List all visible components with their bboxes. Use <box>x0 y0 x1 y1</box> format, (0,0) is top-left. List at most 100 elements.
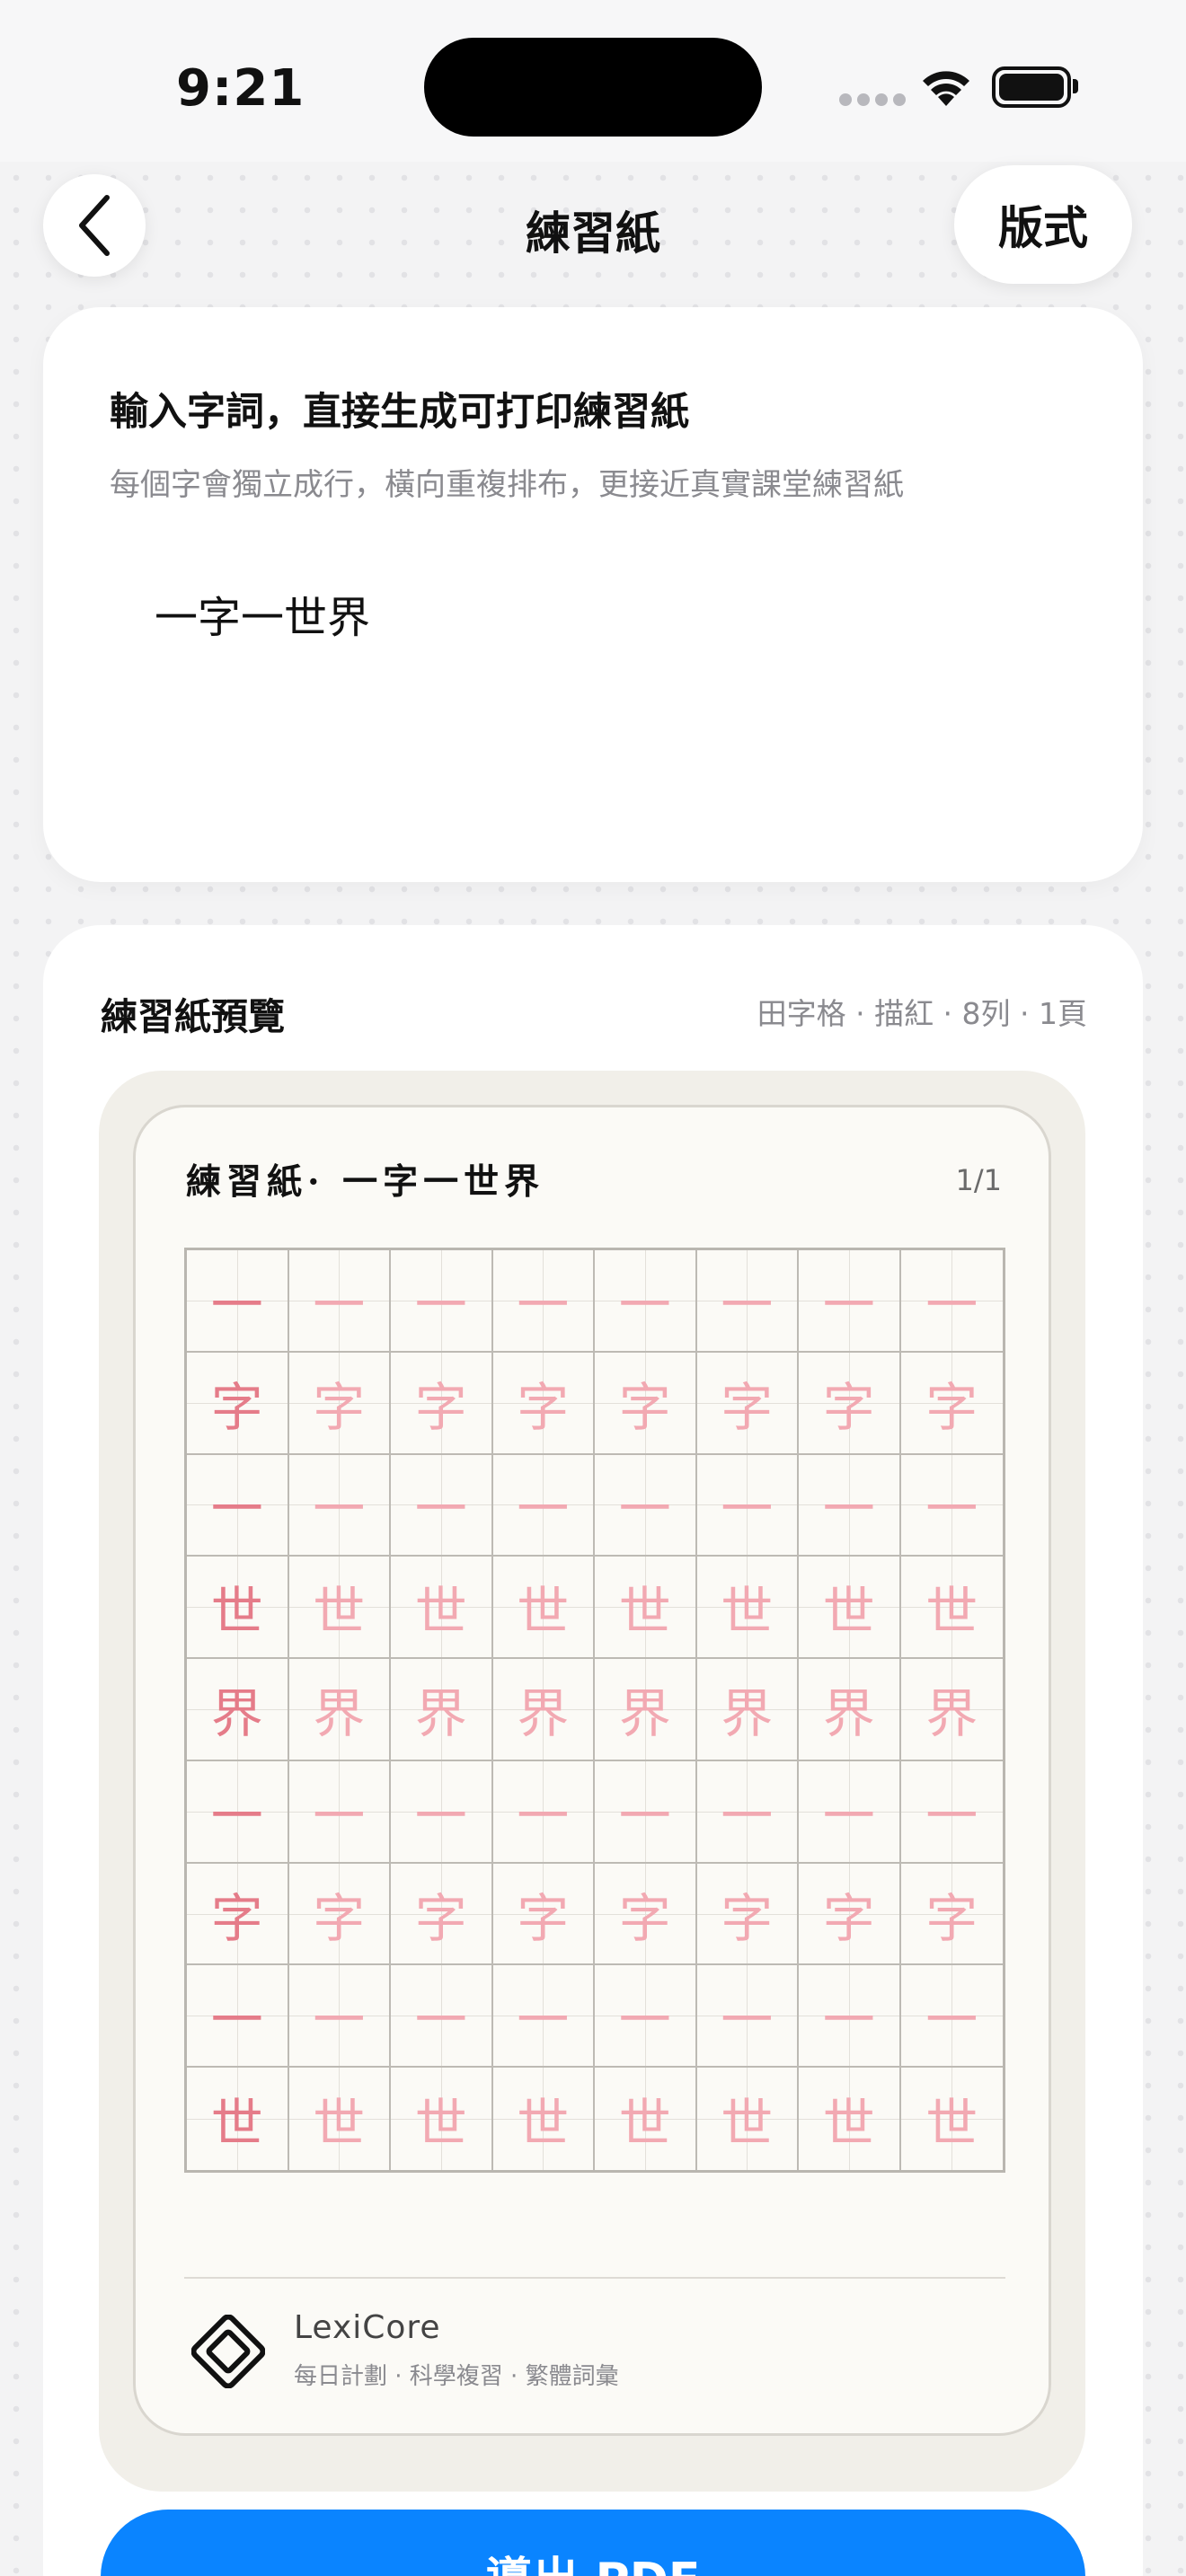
grid-cell: 一 <box>391 1250 493 1353</box>
grid-cell: 一 <box>288 1965 391 2069</box>
grid-cell: 字 <box>595 1863 697 1966</box>
grid-cell: 一 <box>900 1965 1003 2069</box>
trace-character: 字 <box>822 1376 875 1438</box>
grid-cell: 一 <box>492 1250 595 1353</box>
trace-character: 字 <box>925 1887 978 1949</box>
format-button[interactable]: 版式 <box>954 165 1132 284</box>
grid-cell: 一 <box>288 1250 391 1353</box>
grid-cell: 界 <box>595 1659 697 1761</box>
grid-cell: 一 <box>595 1454 697 1557</box>
trace-character: 字 <box>618 1887 671 1949</box>
trace-character: 界 <box>414 1682 467 1744</box>
trace-character: 一 <box>822 1274 875 1336</box>
trace-character: 一 <box>822 1989 875 2051</box>
grid-cell: 世 <box>187 2068 289 2170</box>
brand-tagline: 每日計劃 · 科學複習 · 繁體詞彙 <box>294 2363 619 2390</box>
trace-character: 字 <box>414 1887 467 1949</box>
grid-cell: 一 <box>799 1760 901 1864</box>
grid-cell: 世 <box>492 2068 595 2170</box>
trace-character: 字 <box>313 1376 366 1438</box>
trace-character: 一 <box>414 1478 467 1540</box>
paper-frame: 練習紙· 一字一世界 1/1 一一一一一一一一字字字字字字字字一一一一一一一一世… <box>99 1071 1085 2492</box>
word-input[interactable]: 一字一世界 <box>155 582 370 645</box>
trace-character: 界 <box>925 1682 978 1744</box>
trace-character: 字 <box>210 1887 263 1949</box>
trace-character: 一 <box>210 1785 263 1847</box>
preview-title: 練習紙預覽 <box>101 995 285 1038</box>
trace-character: 一 <box>618 1274 671 1336</box>
grid-cell: 一 <box>595 1760 697 1864</box>
tian-grid: 一一一一一一一一字字字字字字字字一一一一一一一一世世世世世世世世界界界界界界界界… <box>184 1248 1005 2173</box>
trace-character: 界 <box>210 1682 263 1744</box>
grid-cell: 一 <box>696 1250 799 1353</box>
trace-character: 字 <box>313 1887 366 1949</box>
grid-cell: 世 <box>696 1557 799 1660</box>
trace-character: 世 <box>721 2093 774 2155</box>
grid-cell: 一 <box>799 1250 901 1353</box>
battery-cap <box>1073 79 1078 93</box>
grid-cell: 一 <box>799 1965 901 2069</box>
grid-cell: 界 <box>187 1659 289 1761</box>
grid-cell: 界 <box>391 1659 493 1761</box>
grid-cell: 一 <box>900 1454 1003 1557</box>
trace-character: 一 <box>721 1274 774 1336</box>
grid-cell: 世 <box>595 2068 697 2170</box>
trace-character: 世 <box>822 2093 875 2155</box>
grid-cell: 一 <box>288 1760 391 1864</box>
trace-character: 世 <box>517 2093 570 2155</box>
grid-cell: 一 <box>187 1965 289 2069</box>
trace-character: 字 <box>210 1376 263 1438</box>
preview-meta: 田字格 · 描紅 · 8列 · 1頁 <box>757 996 1087 1031</box>
page-title: 練習紙 <box>526 207 660 260</box>
grid-cell: 一 <box>187 1250 289 1353</box>
grid-cell: 世 <box>391 1557 493 1660</box>
trace-character: 一 <box>414 1989 467 2051</box>
trace-character: 一 <box>313 1785 366 1847</box>
trace-character: 世 <box>414 2093 467 2155</box>
trace-character: 一 <box>721 1478 774 1540</box>
trace-character: 世 <box>618 2093 671 2155</box>
grid-cell: 世 <box>696 2068 799 2170</box>
brand-name: LexiCore <box>294 2309 441 2346</box>
wifi-icon <box>923 71 969 106</box>
grid-cell: 字 <box>696 1863 799 1966</box>
trace-character: 一 <box>517 1989 570 2051</box>
trace-character: 字 <box>618 1376 671 1438</box>
trace-character: 界 <box>618 1682 671 1744</box>
chevron-left-icon <box>79 195 110 256</box>
page-indicator: 1/1 <box>955 1163 1003 1197</box>
divider <box>184 2277 1005 2279</box>
back-button[interactable] <box>43 174 146 277</box>
grid-cell: 世 <box>595 1557 697 1660</box>
trace-character: 世 <box>414 1581 467 1643</box>
trace-character: 界 <box>721 1682 774 1744</box>
grid-cell: 一 <box>391 1760 493 1864</box>
trace-character: 界 <box>313 1682 366 1744</box>
trace-character: 界 <box>517 1682 570 1744</box>
grid-cell: 一 <box>900 1250 1003 1353</box>
trace-character: 一 <box>925 1478 978 1540</box>
grid-cell: 界 <box>492 1659 595 1761</box>
input-card: 輸入字詞，直接生成可打印練習紙 每個字會獨立成行，橫向重複排布，更接近真實課堂練… <box>43 307 1143 882</box>
trace-character: 一 <box>618 1989 671 2051</box>
trace-character: 世 <box>925 1581 978 1643</box>
grid-cell: 一 <box>492 1965 595 2069</box>
grid-cell: 一 <box>391 1965 493 2069</box>
trace-character: 一 <box>925 1785 978 1847</box>
trace-character: 一 <box>313 1274 366 1336</box>
trace-character: 世 <box>925 2093 978 2155</box>
grid-cell: 字 <box>696 1352 799 1455</box>
trace-character: 字 <box>822 1887 875 1949</box>
input-subtitle: 每個字會獨立成行，橫向重複排布，更接近真實課堂練習紙 <box>110 467 904 503</box>
grid-cell: 一 <box>696 1454 799 1557</box>
grid-cell: 字 <box>595 1352 697 1455</box>
grid-cell: 界 <box>288 1659 391 1761</box>
trace-character: 一 <box>313 1478 366 1540</box>
grid-cell: 字 <box>391 1352 493 1455</box>
export-pdf-button[interactable]: 導出 PDF <box>101 2510 1085 2576</box>
grid-cell: 字 <box>187 1352 289 1455</box>
grid-cell: 字 <box>288 1352 391 1455</box>
grid-cell: 世 <box>288 2068 391 2170</box>
trace-character: 世 <box>210 1581 263 1643</box>
trace-character: 一 <box>822 1478 875 1540</box>
